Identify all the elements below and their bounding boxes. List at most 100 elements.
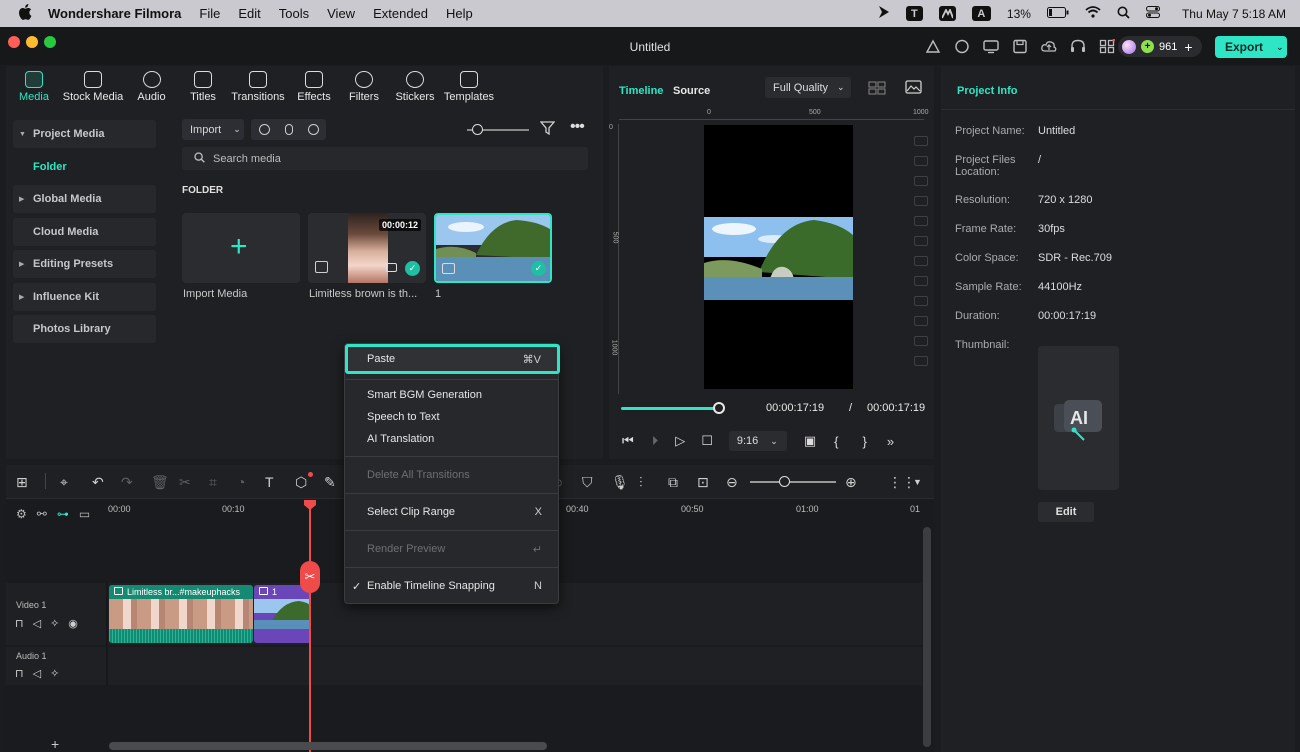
more-controls-icon[interactable]: » — [887, 434, 894, 449]
timeline-vertical-scrollbar[interactable] — [923, 527, 931, 747]
voice-record-icon[interactable] — [307, 124, 319, 135]
playback-progress-handle[interactable] — [713, 402, 725, 414]
snapshot-icon[interactable]: ▣ — [804, 433, 816, 449]
project-thumbnail[interactable]: AI — [1038, 346, 1119, 490]
playback-progress-bar[interactable] — [621, 407, 721, 410]
quality-select[interactable]: Full Quality ⌄ — [765, 77, 851, 98]
lock-icon[interactable]: ⊓ — [15, 667, 24, 680]
menu-item-select-clip-range[interactable]: Select Clip Range X — [345, 502, 558, 522]
filter-funnel-icon[interactable] — [539, 121, 556, 139]
video-clip[interactable]: Limitless br...#makeuphacks — [109, 585, 253, 643]
snapshot-image-icon[interactable] — [905, 80, 922, 97]
auto-reframe-icon[interactable]: ⧉ — [668, 474, 678, 491]
menu-help[interactable]: Help — [446, 6, 473, 21]
playhead-line[interactable] — [309, 501, 311, 752]
save-icon[interactable] — [1012, 39, 1028, 57]
zoom-slider-handle[interactable] — [779, 476, 790, 487]
zoom-in-icon[interactable]: ⊕ — [845, 474, 857, 491]
menu-item-enable-timeline-snapping[interactable]: ✓ Enable Timeline Snapping N — [345, 576, 558, 596]
menu-extended[interactable]: Extended — [373, 6, 428, 21]
marker-box[interactable] — [914, 296, 928, 306]
eye-icon[interactable]: ◉ — [68, 617, 78, 630]
tab-media[interactable]: Media — [6, 66, 62, 112]
avatar[interactable] — [1122, 39, 1136, 54]
crop-icon[interactable]: ⌗ — [209, 474, 217, 491]
tab-timeline-preview[interactable]: Timeline — [619, 85, 663, 97]
tab-effects[interactable]: Effects — [289, 66, 339, 112]
audio-mixer-icon[interactable]: ⫶ — [639, 474, 643, 491]
shape-mask-icon[interactable]: ⬡ — [295, 474, 307, 491]
filmora-status-icon[interactable] — [938, 6, 956, 21]
sidebar-item-folder[interactable]: Folder — [13, 153, 156, 181]
menu-tools[interactable]: Tools — [279, 6, 309, 21]
fit-timeline-icon[interactable]: ⊡ — [697, 474, 709, 491]
battery-icon[interactable] — [1046, 6, 1069, 21]
marker-box[interactable] — [914, 316, 928, 326]
wifi-icon[interactable] — [1085, 6, 1101, 21]
search-media-input[interactable]: Search media — [182, 147, 588, 170]
menu-edit[interactable]: Edit — [238, 6, 260, 21]
chevron-down-icon[interactable]: ⌄ — [1276, 42, 1284, 53]
mark-in-icon[interactable]: { — [834, 434, 838, 449]
microphone-icon[interactable] — [284, 124, 293, 135]
sidebar-item-global-media[interactable]: ▶ Global Media — [13, 185, 156, 213]
tab-stock-media[interactable]: Stock Media — [62, 66, 124, 112]
sidebar-item-influence-kit[interactable]: ▶ Influence Kit — [13, 282, 156, 311]
brush-icon[interactable]: ✎ — [324, 474, 336, 491]
marker-box[interactable] — [914, 136, 928, 146]
marker-box[interactable] — [914, 356, 928, 366]
marker-box[interactable] — [914, 156, 928, 166]
split-scissors-icon[interactable]: ✂ — [300, 561, 320, 593]
menu-file[interactable]: File — [199, 6, 220, 21]
headset-support-icon[interactable] — [1070, 39, 1086, 57]
layout-grid-icon[interactable]: ⊞ — [16, 474, 28, 491]
tab-source-preview[interactable]: Source — [673, 85, 710, 97]
tab-templates[interactable]: Templates — [441, 66, 497, 112]
monitor-icon[interactable] — [983, 39, 999, 57]
sidebar-item-cloud-media[interactable]: Cloud Media — [13, 217, 156, 246]
undo-icon[interactable]: ↶ — [92, 474, 104, 491]
image-clip[interactable]: 1 — [254, 585, 311, 643]
menu-item-ai-translation[interactable]: AI Translation — [345, 429, 558, 449]
import-media-tile[interactable]: + — [182, 213, 300, 283]
marker-box[interactable] — [914, 276, 928, 286]
magnet-snap-icon[interactable]: ⊶ — [57, 507, 69, 521]
more-options-icon[interactable]: ••• — [570, 118, 585, 136]
import-button[interactable]: Import ⌄ — [182, 119, 244, 140]
info-value[interactable]: / — [1038, 154, 1041, 166]
sidebar-item-photos-library[interactable]: Photos Library — [13, 315, 156, 343]
ai-magic-icon[interactable]: ✧ — [50, 667, 59, 680]
tab-filters[interactable]: Filters — [339, 66, 389, 112]
control-center-icon[interactable] — [1145, 6, 1160, 21]
play-reverse-icon[interactable]: ⏵ — [652, 433, 659, 449]
sidebar-item-editing-presets[interactable]: ▶ Editing Presets — [13, 250, 156, 278]
cloud-upload-icon[interactable] — [1041, 39, 1057, 57]
tab-audio[interactable]: Audio — [124, 66, 179, 112]
speed-icon[interactable]: ◔ — [237, 474, 245, 490]
select-pointer-icon[interactable]: ⌖ — [60, 474, 68, 491]
datetime[interactable]: Thu May 7 5:18 AM — [1182, 7, 1286, 21]
microphone-icon[interactable]: 🎙 — [611, 474, 629, 491]
stop-icon[interactable]: ☐ — [701, 433, 713, 449]
marker-box[interactable] — [914, 196, 928, 206]
media-item-image[interactable]: ✓ — [434, 213, 552, 283]
media-item-video[interactable]: 00:00:12 ✓ — [308, 213, 426, 283]
export-button[interactable]: Export ⌄ — [1215, 36, 1287, 58]
send-arrow-icon[interactable] — [878, 5, 890, 22]
ai-assistant-icon[interactable] — [954, 39, 970, 57]
marker-box[interactable] — [914, 176, 928, 186]
unlink-icon[interactable]: ⚯ — [37, 507, 47, 521]
split-scissors-icon[interactable]: ✂ — [179, 474, 191, 491]
track-layout-icon[interactable]: ⋮⋮ — [888, 474, 916, 491]
grid-view-icon[interactable] — [868, 81, 886, 98]
menu-item-paste[interactable]: Paste ⌘V — [345, 344, 560, 374]
preview-canvas[interactable] — [704, 125, 853, 389]
audio-track-row[interactable]: Audio 1 ⊓ ◁ ✧ — [6, 647, 922, 685]
chevron-down-icon[interactable]: ▼ — [913, 477, 922, 487]
redo-icon[interactable]: ↷ — [121, 474, 133, 491]
slider-handle[interactable] — [472, 124, 483, 135]
delete-icon[interactable]: 🗑 — [151, 474, 169, 491]
speaker-icon[interactable]: ◁ — [33, 667, 41, 680]
feedback-icon[interactable] — [925, 39, 941, 57]
ai-magic-icon[interactable]: ✧ — [50, 617, 59, 630]
